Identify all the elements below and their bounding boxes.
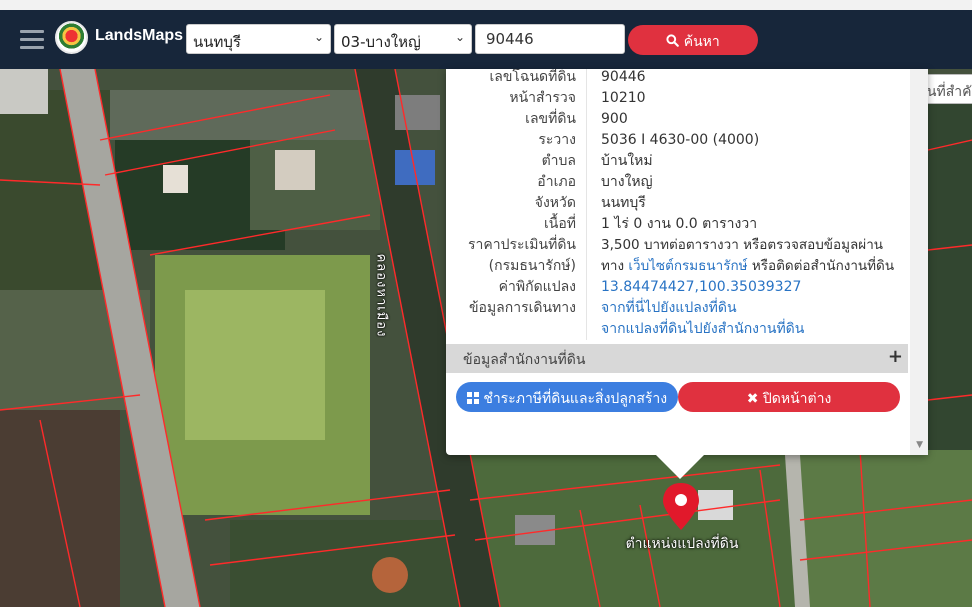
brand-name: LandsMaps	[95, 27, 184, 44]
treasury-website-link[interactable]: เว็บไซต์กรมธนารักษ์	[628, 258, 747, 274]
info-key: ระวาง	[538, 132, 576, 148]
info-value: 90446	[586, 69, 908, 88]
travel-key: ข้อมูลการเดินทาง	[468, 300, 576, 316]
close-window-button[interactable]: ✖ ปิดหน้าต่าง	[678, 382, 900, 412]
info-value: 900	[586, 109, 908, 130]
parcel-info-popup: เลขโฉนดที่ดิน 90446 หน้าสำรวจ 10210 เลขที่…	[446, 69, 928, 455]
road-label: คลองหาเมือง	[373, 253, 389, 338]
info-key: เลขโฉนดที่ดิน	[489, 69, 576, 85]
close-window-label: ปิดหน้าต่าง	[762, 391, 832, 407]
info-row: จังหวัด นนทบุรี	[446, 193, 908, 214]
info-row: หน้าสำรวจ 10210	[446, 88, 908, 109]
info-value: บ้านใหม่	[586, 151, 908, 172]
info-key: เลขที่ดิน	[525, 111, 576, 127]
info-key: อำเภอ	[537, 174, 576, 190]
info-key: หน้าสำรวจ	[509, 90, 576, 106]
price-row-2: (กรมธนารักษ์) ทาง เว็บไซต์กรมธนารักษ์ หร…	[446, 256, 908, 277]
info-value: บางใหญ่	[586, 172, 908, 193]
popup-pointer	[656, 455, 704, 479]
info-row: เลขที่ดิน 900	[446, 109, 908, 130]
hamburger-icon[interactable]	[20, 30, 44, 49]
search-icon	[666, 34, 680, 47]
search-button-label: ค้นหา	[683, 34, 720, 50]
chevron-down-icon: ⌄	[313, 30, 324, 44]
coord-row: ค่าพิกัดแปลง 13.84474427,100.35039327	[446, 277, 908, 298]
search-button[interactable]: ค้นหา	[628, 25, 758, 55]
info-row: เนื้อที่ 1 ไร่ 0 งาน 0.0 ตารางวา	[446, 214, 908, 235]
popup-scrollbar[interactable]: ▼	[910, 69, 928, 455]
route-to-parcel-link[interactable]: จากที่นี่ไปยังแปลงที่ดิน	[586, 298, 908, 319]
info-row: ตำบล บ้านใหม่	[446, 151, 908, 172]
info-row: อำเภอ บางใหญ่	[446, 172, 908, 193]
price-row: ราคาประเมินที่ดิน 3,500 บาทต่อตารางวา หร…	[446, 235, 908, 256]
price-text-a: ทาง	[601, 258, 625, 274]
coord-link[interactable]: 13.84474427,100.35039327	[586, 277, 908, 298]
info-key: จังหวัด	[534, 195, 576, 211]
pay-land-tax-label: ชำระภาษีที่ดินและสิ่งปลูกสร้าง	[483, 391, 668, 407]
travel-row-2: จากแปลงที่ดินไปยังสำนักงานที่ดิน	[446, 319, 908, 340]
info-row: เลขโฉนดที่ดิน 90446	[446, 69, 908, 88]
chevron-down-icon: ⌄	[454, 30, 465, 44]
info-value: นนทบุรี	[586, 193, 908, 214]
info-value: 10210	[586, 88, 908, 109]
province-select[interactable]: นนทบุรี ⌄	[186, 24, 331, 54]
price-key: ราคาประเมินที่ดิน	[467, 237, 576, 253]
info-key: ตำบล	[541, 153, 576, 169]
pay-land-tax-button[interactable]: ชำระภาษีที่ดินและสิ่งปลูกสร้าง	[456, 382, 678, 412]
close-icon: ✖	[746, 391, 759, 407]
top-navbar: LandsMaps นนทบุรี ⌄ 03-บางใหญ่ ⌄ 90446 ค…	[0, 0, 972, 69]
info-value: 5036 I 4630-00 (4000)	[586, 130, 908, 151]
parcel-info-table: เลขโฉนดที่ดิน 90446 หน้าสำรวจ 10210 เลขที่…	[446, 69, 908, 340]
province-value: นนทบุรี	[193, 33, 241, 51]
marker-label: ตำแหน่งแปลงที่ดิน	[625, 536, 739, 552]
price-value-line2: ทาง เว็บไซต์กรมธนารักษ์ หรือติดต่อสำนักง…	[586, 256, 908, 277]
price-text-b: หรือติดต่อสำนักงานที่ดิน	[751, 258, 895, 274]
office-info-label: ข้อมูลสำนักงานที่ดิน	[463, 352, 586, 368]
travel-row: ข้อมูลการเดินทาง จากที่นี่ไปยังแปลงที่ดิ…	[446, 298, 908, 319]
info-row: ระวาง 5036 I 4630-00 (4000)	[446, 130, 908, 151]
district-value: 03-บางใหญ่	[341, 33, 421, 51]
coord-key: ค่าพิกัดแปลง	[498, 279, 576, 295]
info-key: เนื้อที่	[544, 216, 576, 232]
price-value-line1: 3,500 บาทต่อตารางวา หรือตรวจสอบข้อมูลผ่า…	[586, 235, 908, 256]
info-value: 1 ไร่ 0 งาน 0.0 ตารางวา	[586, 214, 908, 235]
office-info-section[interactable]: ข้อมูลสำนักงานที่ดิน +	[446, 344, 908, 373]
route-to-office-link[interactable]: จากแปลงที่ดินไปยังสำนักงานที่ดิน	[586, 319, 908, 340]
price-key-2: (กรมธนารักษ์)	[488, 258, 576, 274]
deed-number-input[interactable]: 90446	[475, 24, 625, 54]
plus-icon[interactable]: +	[888, 346, 903, 367]
grid-icon	[466, 392, 479, 404]
scroll-down-icon[interactable]: ▼	[916, 440, 923, 450]
department-logo	[55, 21, 88, 54]
district-select[interactable]: 03-บางใหญ่ ⌄	[334, 24, 472, 54]
